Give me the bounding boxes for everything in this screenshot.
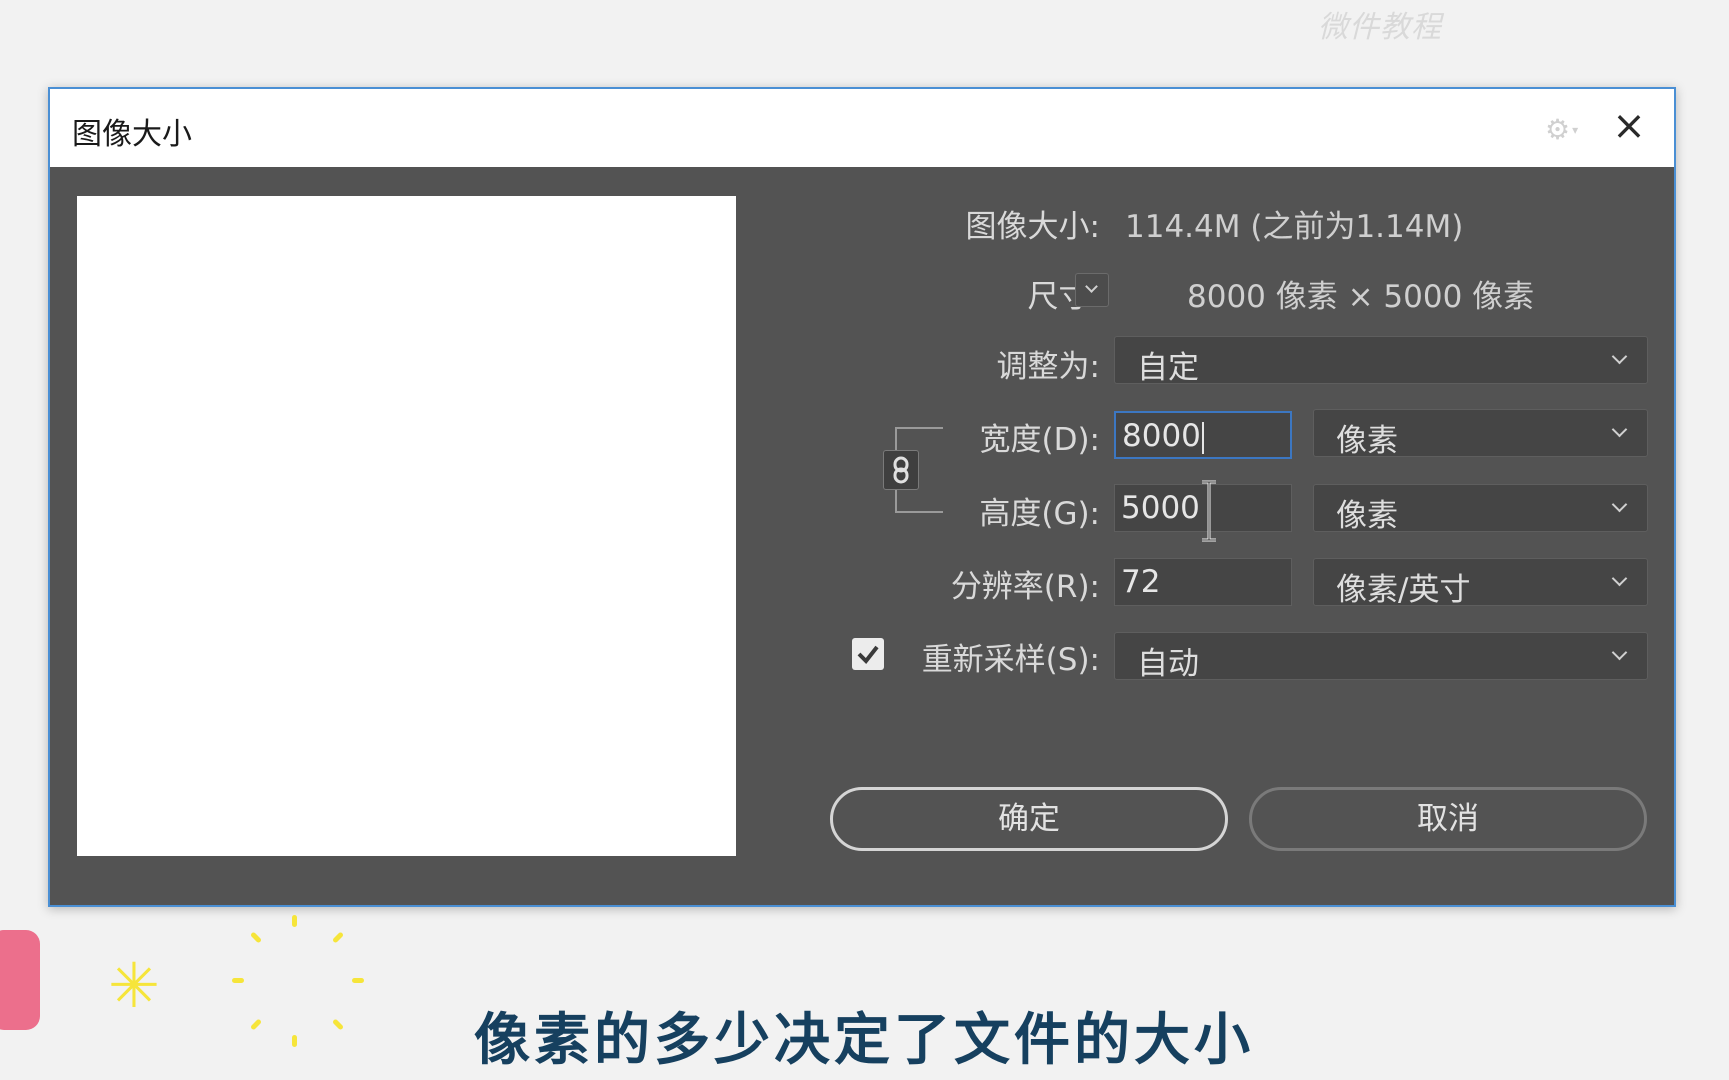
decorative-dash <box>292 1035 297 1047</box>
height-label: 高度(G): <box>979 496 1100 532</box>
dialog-title: 图像大小 <box>72 117 192 152</box>
resample-select[interactable]: 自动 <box>1114 632 1648 682</box>
chain-link-glyph <box>893 456 909 484</box>
resample-checkbox[interactable] <box>852 638 884 670</box>
decorative-dash <box>232 978 244 983</box>
watermark: 微件教程 <box>1318 10 1442 45</box>
dialog-titlebar: 图像大小 × <box>50 89 1674 167</box>
chevron-down-icon <box>1611 570 1628 587</box>
decorative-pink-shape <box>0 930 40 1030</box>
resample-value: 自动 <box>1137 646 1199 682</box>
chevron-down-icon <box>1611 348 1628 365</box>
image-preview <box>77 196 736 856</box>
resolution-value: 72 <box>1121 564 1161 600</box>
text-ibeam-cursor-icon <box>1202 480 1216 542</box>
decorative-dash <box>331 931 345 944</box>
image-size-value: 114.4M (之前为1.14M) <box>1125 209 1464 245</box>
dimensions-units-dropdown[interactable] <box>1075 273 1109 307</box>
close-icon[interactable]: × <box>1606 103 1652 149</box>
resolution-label: 分辨率(R): <box>950 569 1100 605</box>
decorative-dash <box>352 978 364 983</box>
width-unit-select[interactable]: 像素 <box>1313 409 1648 459</box>
fit-to-select[interactable]: 自定 <box>1114 336 1648 386</box>
resolution-unit-select[interactable]: 像素/英寸 <box>1313 558 1648 608</box>
sparkle-icon: ✳ <box>108 949 160 1022</box>
checkmark-icon <box>857 645 879 665</box>
text-caret <box>1201 421 1204 454</box>
fit-to-value: 自定 <box>1137 350 1199 386</box>
width-input[interactable]: 8000 <box>1114 411 1292 459</box>
height-value: 5000 <box>1121 490 1200 526</box>
cancel-button[interactable]: 取消 <box>1249 787 1647 851</box>
ok-button[interactable]: 确定 <box>830 787 1228 851</box>
width-label: 宽度(D): <box>979 422 1100 458</box>
height-unit-value: 像素 <box>1336 498 1398 534</box>
height-unit-select[interactable]: 像素 <box>1313 484 1648 534</box>
chevron-down-icon <box>1611 496 1628 513</box>
subtitle-caption: 像素的多少决定了文件的大小 <box>474 1008 1254 1073</box>
image-size-label: 图像大小: <box>965 209 1100 245</box>
gear-icon[interactable]: ⚙ ▾ <box>1545 112 1591 148</box>
stage: 微件教程 图像大小 × 图像大小: 114.4M (之前为1.14M) ⚙ ▾ 尺… <box>0 0 1729 1080</box>
decorative-dash <box>249 1018 263 1031</box>
chevron-down-icon <box>1085 280 1098 293</box>
resolution-input[interactable]: 72 <box>1114 558 1292 606</box>
dimensions-value: 8000 像素 × 5000 像素 <box>1187 279 1535 315</box>
dimensions-label: 尺寸: <box>1027 279 1100 315</box>
resolution-unit-value: 像素/英寸 <box>1336 572 1471 608</box>
width-unit-value: 像素 <box>1336 423 1398 459</box>
fit-to-label: 调整为: <box>996 349 1100 385</box>
resample-label: 重新采样(S): <box>921 642 1100 678</box>
width-value: 8000 <box>1122 418 1201 454</box>
decorative-dash <box>331 1018 345 1031</box>
decorative-dash <box>292 915 297 927</box>
decorative-dash <box>249 931 263 944</box>
chevron-down-icon <box>1611 421 1628 438</box>
chevron-down-icon <box>1611 644 1628 661</box>
